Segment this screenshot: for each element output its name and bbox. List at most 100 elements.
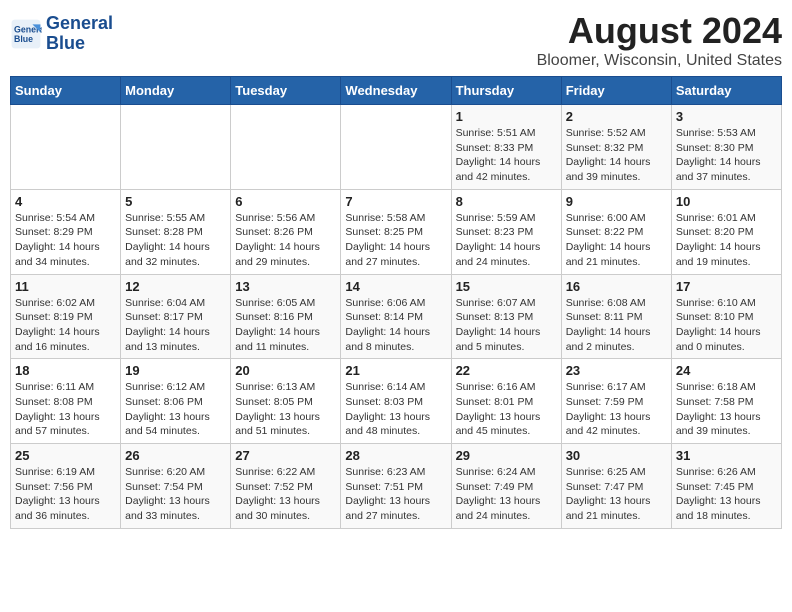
calendar-cell: 6 Sunrise: 5:56 AMSunset: 8:26 PMDaylight… bbox=[231, 189, 341, 274]
day-info: Sunrise: 6:23 AMSunset: 7:51 PMDaylight:… bbox=[345, 465, 446, 524]
week-row-4: 18Sunrise: 6:11 AMSunset: 8:08 PMDayligh… bbox=[11, 359, 782, 444]
day-number: 30 bbox=[566, 448, 667, 463]
day-number: 9 bbox=[566, 194, 667, 209]
day-info: Sunrise: 6:05 AMSunset: 8:16 PMDaylight:… bbox=[235, 296, 336, 355]
day-info: Sunrise: 5:58 AMSunset: 8:25 PMDaylight:… bbox=[345, 211, 446, 270]
day-number: 10 bbox=[676, 194, 777, 209]
weekday-header-row: SundayMondayTuesdayWednesdayThursdayFrid… bbox=[11, 77, 782, 105]
day-number: 28 bbox=[345, 448, 446, 463]
calendar-cell: 12 Sunrise: 6:04 AMSunset: 8:17 PMDayligh… bbox=[121, 274, 231, 359]
calendar-cell: 18Sunrise: 6:11 AMSunset: 8:08 PMDayligh… bbox=[11, 359, 121, 444]
day-number: 11 bbox=[15, 279, 116, 294]
weekday-header-tuesday: Tuesday bbox=[231, 77, 341, 105]
day-number: 31 bbox=[676, 448, 777, 463]
weekday-header-wednesday: Wednesday bbox=[341, 77, 451, 105]
day-number: 15 bbox=[456, 279, 557, 294]
weekday-header-saturday: Saturday bbox=[671, 77, 781, 105]
logo-line2: Blue bbox=[46, 33, 85, 53]
calendar-cell bbox=[231, 105, 341, 190]
day-info: Sunrise: 6:04 AMSunset: 8:17 PMDaylight:… bbox=[125, 296, 226, 355]
calendar-cell bbox=[341, 105, 451, 190]
day-number: 24 bbox=[676, 363, 777, 378]
day-number: 14 bbox=[345, 279, 446, 294]
calendar-cell: 22Sunrise: 6:16 AMSunset: 8:01 PMDayligh… bbox=[451, 359, 561, 444]
day-number: 5 bbox=[125, 194, 226, 209]
day-number: 29 bbox=[456, 448, 557, 463]
day-info: Sunrise: 6:06 AMSunset: 8:14 PMDaylight:… bbox=[345, 296, 446, 355]
calendar-cell: 26Sunrise: 6:20 AMSunset: 7:54 PMDayligh… bbox=[121, 444, 231, 529]
day-info: Sunrise: 6:07 AMSunset: 8:13 PMDaylight:… bbox=[456, 296, 557, 355]
logo: General Blue General Blue bbox=[10, 14, 113, 54]
day-number: 17 bbox=[676, 279, 777, 294]
logo-icon: General Blue bbox=[10, 18, 42, 50]
day-number: 19 bbox=[125, 363, 226, 378]
day-number: 21 bbox=[345, 363, 446, 378]
day-info: Sunrise: 6:08 AMSunset: 8:11 PMDaylight:… bbox=[566, 296, 667, 355]
day-number: 1 bbox=[456, 109, 557, 124]
logo-text: General Blue bbox=[46, 14, 113, 54]
calendar-cell: 7 Sunrise: 5:58 AMSunset: 8:25 PMDaylight… bbox=[341, 189, 451, 274]
day-number: 16 bbox=[566, 279, 667, 294]
day-info: Sunrise: 6:24 AMSunset: 7:49 PMDaylight:… bbox=[456, 465, 557, 524]
day-info: Sunrise: 6:16 AMSunset: 8:01 PMDaylight:… bbox=[456, 380, 557, 439]
week-row-1: 1Sunrise: 5:51 AMSunset: 8:33 PMDaylight… bbox=[11, 105, 782, 190]
weekday-header-monday: Monday bbox=[121, 77, 231, 105]
logo-line1: General bbox=[46, 13, 113, 33]
day-info: Sunrise: 6:12 AMSunset: 8:06 PMDaylight:… bbox=[125, 380, 226, 439]
calendar-cell: 28 Sunrise: 6:23 AMSunset: 7:51 PMDayligh… bbox=[341, 444, 451, 529]
week-row-5: 25 Sunrise: 6:19 AMSunset: 7:56 PMDayligh… bbox=[11, 444, 782, 529]
day-number: 18 bbox=[15, 363, 116, 378]
calendar-cell: 11 Sunrise: 6:02 AMSunset: 8:19 PMDayligh… bbox=[11, 274, 121, 359]
day-info: Sunrise: 6:13 AMSunset: 8:05 PMDaylight:… bbox=[235, 380, 336, 439]
day-info: Sunrise: 6:19 AMSunset: 7:56 PMDaylight:… bbox=[15, 465, 116, 524]
weekday-header-friday: Friday bbox=[561, 77, 671, 105]
calendar-cell: 15 Sunrise: 6:07 AMSunset: 8:13 PMDayligh… bbox=[451, 274, 561, 359]
day-number: 4 bbox=[15, 194, 116, 209]
day-number: 6 bbox=[235, 194, 336, 209]
calendar-cell: 4Sunrise: 5:54 AMSunset: 8:29 PMDaylight… bbox=[11, 189, 121, 274]
calendar-cell: 13 Sunrise: 6:05 AMSunset: 8:16 PMDayligh… bbox=[231, 274, 341, 359]
calendar-cell: 30 Sunrise: 6:25 AMSunset: 7:47 PMDayligh… bbox=[561, 444, 671, 529]
calendar-cell: 20 Sunrise: 6:13 AMSunset: 8:05 PMDayligh… bbox=[231, 359, 341, 444]
day-info: Sunrise: 5:56 AMSunset: 8:26 PMDaylight:… bbox=[235, 211, 336, 270]
day-number: 26 bbox=[125, 448, 226, 463]
day-number: 20 bbox=[235, 363, 336, 378]
calendar-cell: 10Sunrise: 6:01 AMSunset: 8:20 PMDayligh… bbox=[671, 189, 781, 274]
week-row-3: 11 Sunrise: 6:02 AMSunset: 8:19 PMDayligh… bbox=[11, 274, 782, 359]
day-info: Sunrise: 6:25 AMSunset: 7:47 PMDaylight:… bbox=[566, 465, 667, 524]
day-info: Sunrise: 5:52 AMSunset: 8:32 PMDaylight:… bbox=[566, 126, 667, 185]
weekday-header-sunday: Sunday bbox=[11, 77, 121, 105]
day-info: Sunrise: 6:00 AMSunset: 8:22 PMDaylight:… bbox=[566, 211, 667, 270]
day-info: Sunrise: 5:53 AMSunset: 8:30 PMDaylight:… bbox=[676, 126, 777, 185]
day-number: 2 bbox=[566, 109, 667, 124]
calendar-cell: 16 Sunrise: 6:08 AMSunset: 8:11 PMDayligh… bbox=[561, 274, 671, 359]
calendar-cell: 1Sunrise: 5:51 AMSunset: 8:33 PMDaylight… bbox=[451, 105, 561, 190]
calendar-cell: 24 Sunrise: 6:18 AMSunset: 7:58 PMDayligh… bbox=[671, 359, 781, 444]
calendar-cell: 2 Sunrise: 5:52 AMSunset: 8:32 PMDaylight… bbox=[561, 105, 671, 190]
day-number: 13 bbox=[235, 279, 336, 294]
calendar-cell: 9 Sunrise: 6:00 AMSunset: 8:22 PMDaylight… bbox=[561, 189, 671, 274]
day-info: Sunrise: 6:02 AMSunset: 8:19 PMDaylight:… bbox=[15, 296, 116, 355]
svg-text:Blue: Blue bbox=[14, 34, 33, 44]
calendar-cell: 27Sunrise: 6:22 AMSunset: 7:52 PMDayligh… bbox=[231, 444, 341, 529]
day-number: 3 bbox=[676, 109, 777, 124]
day-info: Sunrise: 6:18 AMSunset: 7:58 PMDaylight:… bbox=[676, 380, 777, 439]
day-info: Sunrise: 6:22 AMSunset: 7:52 PMDaylight:… bbox=[235, 465, 336, 524]
day-info: Sunrise: 6:26 AMSunset: 7:45 PMDaylight:… bbox=[676, 465, 777, 524]
calendar-cell: 21 Sunrise: 6:14 AMSunset: 8:03 PMDayligh… bbox=[341, 359, 451, 444]
calendar: SundayMondayTuesdayWednesdayThursdayFrid… bbox=[10, 76, 782, 529]
calendar-cell: 3 Sunrise: 5:53 AMSunset: 8:30 PMDaylight… bbox=[671, 105, 781, 190]
weekday-header-thursday: Thursday bbox=[451, 77, 561, 105]
day-number: 12 bbox=[125, 279, 226, 294]
title-area: August 2024 Bloomer, Wisconsin, United S… bbox=[537, 10, 782, 70]
day-info: Sunrise: 5:55 AMSunset: 8:28 PMDaylight:… bbox=[125, 211, 226, 270]
subtitle: Bloomer, Wisconsin, United States bbox=[537, 52, 782, 70]
week-row-2: 4Sunrise: 5:54 AMSunset: 8:29 PMDaylight… bbox=[11, 189, 782, 274]
day-info: Sunrise: 6:10 AMSunset: 8:10 PMDaylight:… bbox=[676, 296, 777, 355]
calendar-cell bbox=[121, 105, 231, 190]
day-number: 25 bbox=[15, 448, 116, 463]
day-number: 7 bbox=[345, 194, 446, 209]
day-info: Sunrise: 6:14 AMSunset: 8:03 PMDaylight:… bbox=[345, 380, 446, 439]
calendar-cell: 14 Sunrise: 6:06 AMSunset: 8:14 PMDayligh… bbox=[341, 274, 451, 359]
calendar-cell: 29 Sunrise: 6:24 AMSunset: 7:49 PMDayligh… bbox=[451, 444, 561, 529]
